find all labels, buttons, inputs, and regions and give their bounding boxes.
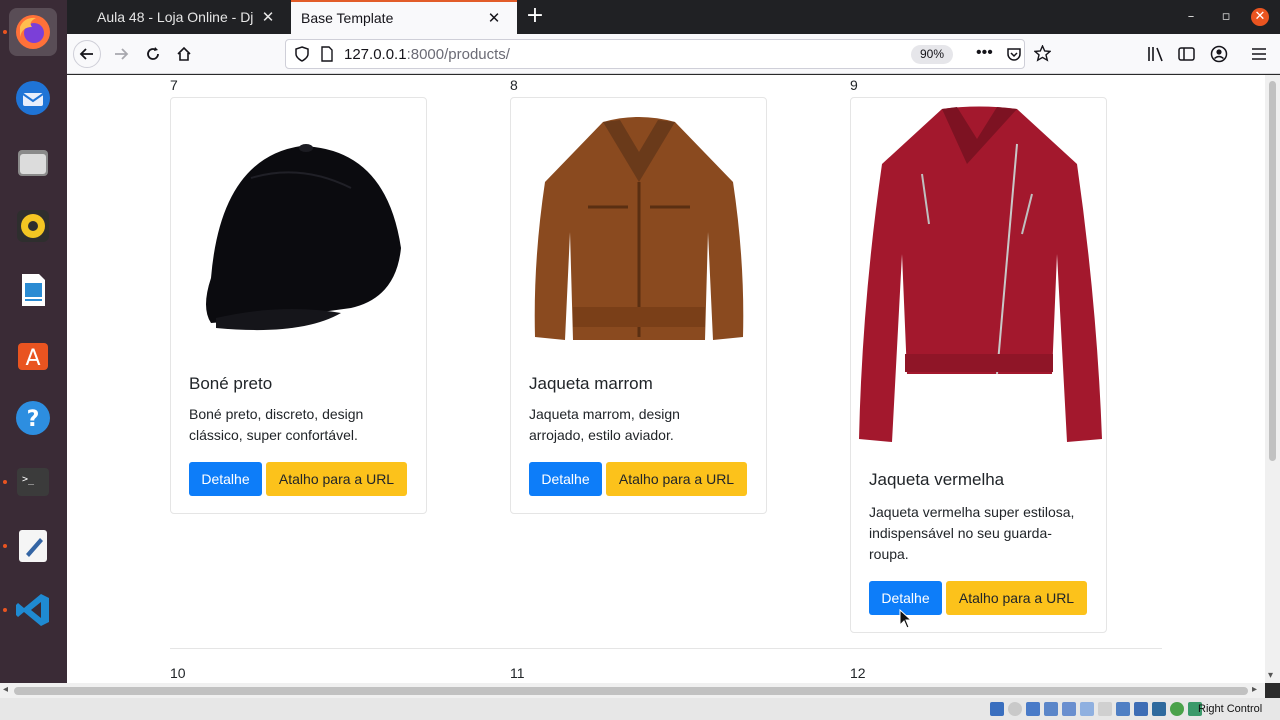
scroll-left-icon[interactable]: ◂	[3, 684, 8, 695]
firefox-icon[interactable]	[9, 8, 57, 56]
product-description: Jaqueta marrom, design arrojado, estilo …	[529, 406, 680, 443]
host-key-label: Right Control	[1198, 703, 1263, 715]
svg-text:A: A	[25, 346, 40, 371]
url-path: :8000/products/	[406, 46, 510, 63]
status-icons	[990, 702, 1202, 716]
product-number: 8	[510, 77, 518, 93]
page-icon[interactable]	[320, 46, 334, 66]
usb-icon[interactable]	[1062, 702, 1076, 716]
rhythmbox-icon[interactable]	[9, 202, 57, 250]
url-host: 127.0.0.1	[344, 46, 407, 63]
software-center-icon[interactable]: A	[9, 330, 57, 378]
writer-icon[interactable]	[9, 266, 57, 314]
scroll-down-icon[interactable]: ▾	[1268, 670, 1273, 681]
shared-folder-icon[interactable]	[1080, 702, 1094, 716]
menu-icon[interactable]	[1251, 46, 1267, 66]
maximize-icon[interactable]: ▫	[1217, 8, 1235, 26]
hard-disk-icon[interactable]	[990, 702, 1004, 716]
scrollbar-thumb[interactable]	[14, 687, 1248, 695]
audio-icon[interactable]	[1026, 702, 1040, 716]
sidebar-icon[interactable]	[1178, 46, 1195, 66]
product-image-red-jacket	[857, 104, 1102, 449]
reload-button[interactable]	[139, 40, 167, 68]
mouse-cursor	[899, 608, 913, 634]
horizontal-scrollbar[interactable]: ◂ ▸	[0, 683, 1265, 698]
product-title: Boné preto	[189, 374, 273, 393]
zoom-indicator[interactable]: 90%	[911, 45, 953, 64]
row-divider	[170, 648, 1162, 649]
new-tab-button[interactable]: +	[523, 5, 547, 29]
url-shortcut-button[interactable]: Atalho para a URL	[606, 462, 747, 496]
video-capture-icon[interactable]	[1116, 702, 1130, 716]
detail-button[interactable]: Detalhe	[529, 462, 602, 496]
url-shortcut-button[interactable]: Atalho para a URL	[266, 462, 407, 496]
url-text: 127.0.0.1:8000/products/	[344, 46, 510, 63]
tab-base-template[interactable]: Base Template ✕	[291, 0, 517, 34]
product-number: 10	[170, 665, 186, 681]
vm-status-tray: Right Control	[0, 698, 1280, 720]
tab-label: Aula 48 - Loja Online - Dj	[97, 9, 254, 25]
tab-aula-48[interactable]: Aula 48 - Loja Online - Dj ✕	[67, 0, 291, 34]
tab-label: Base Template	[301, 10, 394, 26]
vscode-icon[interactable]	[9, 586, 57, 634]
url-bar[interactable]: 127.0.0.1:8000/products/ 90% •••	[285, 39, 1052, 69]
more-actions-icon[interactable]: •••	[976, 44, 993, 62]
product-card-jaqueta-vermelha: Jaqueta vermelha Jaqueta vermelha super …	[850, 97, 1107, 633]
display-icon[interactable]	[1098, 702, 1112, 716]
thunderbird-icon[interactable]	[9, 74, 57, 122]
bookmark-star-icon[interactable]	[1033, 44, 1052, 66]
minimize-icon[interactable]: –	[1182, 8, 1200, 26]
vertical-scrollbar[interactable]: ▾	[1265, 75, 1280, 683]
pocket-icon[interactable]	[1006, 46, 1022, 66]
library-icon[interactable]	[1147, 46, 1165, 66]
product-title: Jaqueta vermelha	[869, 470, 1005, 489]
scrollbar-thumb[interactable]	[1269, 81, 1276, 461]
mouse-integration-icon[interactable]	[1170, 702, 1184, 716]
ubuntu-dock: A ? >_	[0, 0, 67, 720]
product-description: Jaqueta vermelha super estilosa, indispe…	[869, 504, 1075, 562]
svg-text:>_: >_	[22, 474, 35, 485]
help-icon[interactable]: ?	[9, 394, 57, 442]
page-viewport: 7 Boné preto Boné preto, discreto, desig…	[67, 75, 1265, 683]
detail-button[interactable]: Detalhe	[189, 462, 262, 496]
network-icon[interactable]	[1044, 702, 1058, 716]
close-icon[interactable]: ✕	[485, 9, 503, 27]
home-button[interactable]	[170, 40, 198, 68]
scroll-right-icon[interactable]: ▸	[1252, 684, 1257, 695]
files-icon[interactable]	[9, 138, 57, 186]
forward-button[interactable]	[107, 40, 135, 68]
window-close-icon[interactable]: ✕	[1251, 8, 1269, 26]
product-card-jaqueta-marrom: Jaqueta marrom Jaqueta marrom, design ar…	[510, 97, 767, 514]
product-image-brown-jacket	[533, 112, 745, 347]
tab-bar: Aula 48 - Loja Online - Dj ✕ Base Templa…	[67, 0, 1280, 34]
text-editor-icon[interactable]	[9, 522, 57, 570]
cpu-icon[interactable]	[1134, 702, 1148, 716]
close-icon[interactable]: ✕	[259, 8, 277, 26]
vm-icon[interactable]	[1152, 702, 1166, 716]
product-card-bone-preto: Boné preto Boné preto, discreto, design …	[170, 97, 427, 514]
product-description: Boné preto, discreto, design clássico, s…	[189, 406, 364, 443]
terminal-icon[interactable]: >_	[9, 458, 57, 506]
product-title: Jaqueta marrom	[529, 374, 653, 393]
optical-drive-icon[interactable]	[1008, 702, 1022, 716]
url-shortcut-button[interactable]: Atalho para a URL	[946, 581, 1087, 615]
product-number: 11	[510, 665, 525, 681]
product-image-black-cap	[191, 118, 406, 343]
back-button[interactable]	[73, 40, 101, 68]
navigation-bar: 127.0.0.1:8000/products/ 90% •••	[67, 34, 1280, 74]
account-icon[interactable]	[1210, 45, 1228, 67]
product-number: 7	[170, 77, 178, 93]
svg-text:?: ?	[27, 407, 40, 432]
product-number: 9	[850, 77, 858, 93]
shield-icon[interactable]	[295, 46, 309, 66]
product-number: 12	[850, 665, 866, 681]
